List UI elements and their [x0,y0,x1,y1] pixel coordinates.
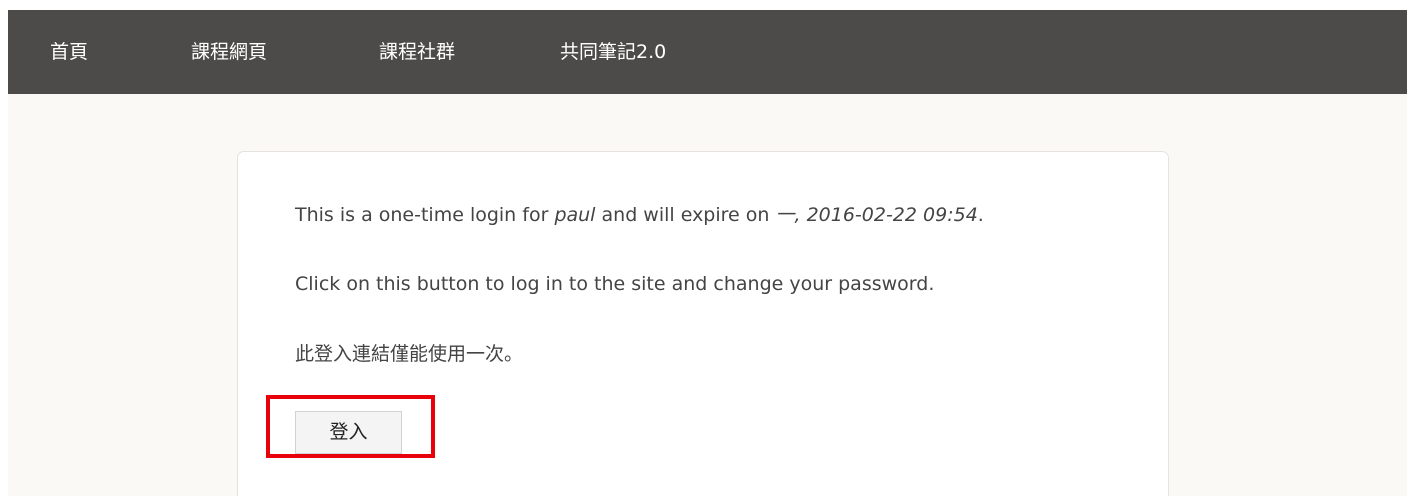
top-navbar: 首頁 課程網頁 課程社群 共同筆記2.0 [8,10,1407,94]
one-time-login-message: This is a one-time login for paul and wi… [295,203,984,227]
login-button[interactable]: 登入 [295,411,402,454]
page-frame: 首頁 課程網頁 課程社群 共同筆記2.0 This is a one-time … [8,10,1407,496]
nav-item-shared-notes[interactable]: 共同筆記2.0 [560,40,666,64]
username: paul [554,204,596,226]
nav-item-home[interactable]: 首頁 [50,40,88,64]
nav-item-course-page[interactable]: 課程網頁 [191,40,267,64]
expiry-datetime: 一, 2016-02-22 09:54 [775,204,978,226]
instruction-text: Click on this button to log in to the si… [295,273,935,295]
message-middle: and will expire on [595,204,776,226]
message-suffix: . [977,204,984,226]
nav-item-course-community[interactable]: 課程社群 [379,40,455,64]
login-card: This is a one-time login for paul and wi… [237,151,1169,496]
message-prefix: This is a one-time login for [295,204,555,226]
single-use-notice: 此登入連結僅能使用一次。 [295,343,524,365]
